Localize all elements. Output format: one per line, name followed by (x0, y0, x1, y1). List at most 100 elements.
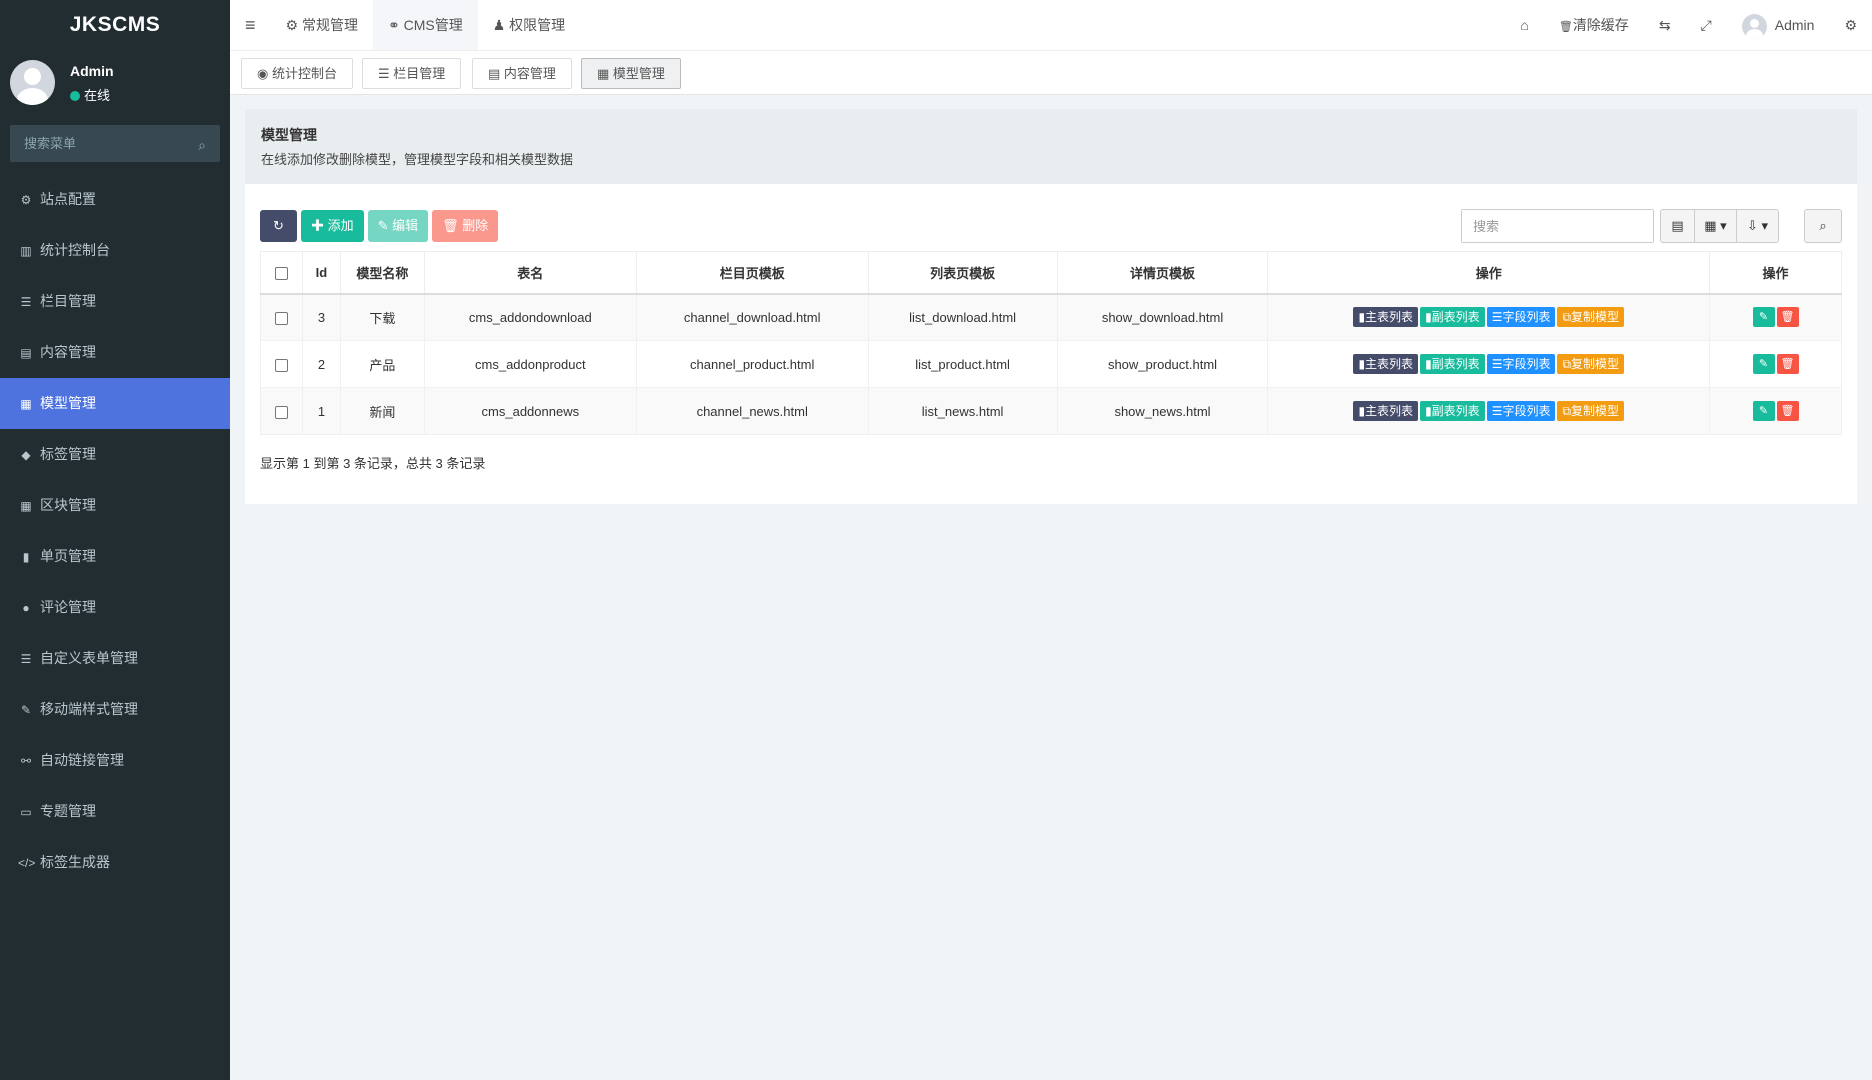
file-text-icon: ▮ (22, 550, 30, 564)
copy-model-button[interactable]: ⧉复制模型 (1557, 354, 1625, 374)
row-checkbox[interactable] (274, 405, 288, 419)
app-logo[interactable]: JKSCMS (0, 0, 230, 50)
edit-button[interactable]: ✎ 编辑 (367, 210, 429, 242)
sidebar-search-input[interactable] (10, 125, 180, 162)
nav-right: ⌂ 🗑清除缓存 ⇆ ⤢ Admin ⚙ (1505, 0, 1872, 50)
sub-list-button[interactable]: ▮副表列表 (1420, 307, 1485, 328)
field-list-button[interactable]: ☰字段列表 (1486, 307, 1556, 328)
delete-button[interactable]: 🗑 删除 (432, 210, 499, 242)
column-header[interactable]: 详情页模板 (1056, 251, 1269, 295)
sidebar-item-tag-builder[interactable]: </> 标签生成器 (0, 837, 230, 888)
trash-icon[interactable]: 🗑 (1776, 354, 1799, 374)
nav-auth[interactable]: ♟ 权限管理 (478, 0, 580, 50)
sub-list-button[interactable]: ▮副表列表 (1420, 401, 1485, 421)
cell-show-template: show_news.html (1056, 387, 1269, 435)
search-button-group: ⌕ (1804, 209, 1842, 243)
column-header[interactable]: 列表页模板 (867, 251, 1058, 295)
sidebar-toggle-icon[interactable]: ≡ (230, 0, 271, 50)
sidebar-item-channel[interactable]: ☰ 栏目管理 (0, 276, 230, 327)
toggle-view-button[interactable]: ▤ (1660, 209, 1695, 243)
cell-ops: ✎ 🗑 (1709, 293, 1842, 341)
column-header[interactable]: 模型名称 (339, 251, 425, 295)
sidebar-item-page[interactable]: ▮ 单页管理 (0, 531, 230, 582)
user-menu[interactable]: Admin (1727, 0, 1830, 50)
table-row: 2 产品 cms_addonproduct channel_product.ht… (260, 340, 1842, 388)
cell-id: 1 (301, 387, 341, 435)
cell-table: cms_addondownload (423, 293, 637, 341)
tab-content[interactable]: ▤ 内容管理 (472, 58, 572, 89)
sidebar-item-content[interactable]: ▤ 内容管理 (0, 327, 230, 378)
field-list-button[interactable]: ☰字段列表 (1486, 354, 1556, 374)
export-button[interactable]: ⇩ ▾ (1737, 209, 1779, 243)
cell-list-template: list_news.html (867, 387, 1058, 435)
page-title: 模型管理 (261, 127, 317, 143)
row-checkbox-cell (260, 340, 303, 388)
sub-list-button[interactable]: ▮副表列表 (1420, 354, 1485, 374)
search-icon[interactable]: ⌕ (198, 137, 206, 154)
column-header[interactable]: 表名 (423, 251, 637, 295)
row-checkbox[interactable] (274, 358, 288, 372)
tab-model[interactable]: ▦ 模型管理 (581, 58, 681, 89)
column-header[interactable]: Id (301, 251, 341, 295)
tab-dashboard[interactable]: ◉ 统计控制台 (241, 58, 353, 89)
sidebar-item-special[interactable]: ▭ 专题管理 (0, 786, 230, 837)
select-all-header (260, 251, 303, 295)
trash-icon[interactable]: 🗑 (1776, 307, 1799, 328)
trash-icon[interactable]: 🗑 (1776, 401, 1799, 421)
add-button[interactable]: ✚ 添加 (301, 210, 364, 242)
main-list-button[interactable]: ▮主表列表 (1353, 401, 1419, 421)
select-all-checkbox[interactable] (274, 266, 288, 280)
cell-actions: ▮主表列表 ▮副表列表 ☰字段列表 ⧉复制模型 (1267, 293, 1711, 341)
sidebar-item-dashboard[interactable]: ▥ 统计控制台 (0, 225, 230, 276)
nav-general[interactable]: ⚙ 常规管理 (271, 0, 373, 50)
cell-name: 新闻 (339, 387, 425, 435)
copy-model-button[interactable]: ⧉复制模型 (1557, 401, 1625, 421)
table-search-input[interactable] (1462, 210, 1653, 242)
field-list-button[interactable]: ☰字段列表 (1486, 401, 1556, 421)
model-table: Id 模型名称 表名 栏目页模板 列表页模板 详情页模板 操作 操作 3 下载 … (260, 251, 1842, 435)
home-icon[interactable]: ⌂ (1505, 0, 1543, 50)
cubes-icon: ⚭ (387, 17, 400, 33)
cell-id: 3 (301, 293, 341, 341)
pencil-icon[interactable]: ✎ (1752, 401, 1775, 421)
sidebar-item-site-config[interactable]: ⚙ 站点配置 (0, 174, 230, 225)
fullscreen-icon[interactable]: ⤢ (1686, 0, 1727, 50)
main-list-button[interactable]: ▮主表列表 (1353, 307, 1419, 328)
column-header[interactable]: 栏目页模板 (635, 251, 869, 295)
clear-cache-button[interactable]: 🗑清除缓存 (1544, 0, 1644, 50)
table-row: 1 新闻 cms_addonnews channel_news.html lis… (260, 387, 1842, 435)
main-panel: 模型管理 在线添加修改删除模型，管理模型字段和相关模型数据 ↻ ✚ 添加 ✎ 编… (245, 109, 1857, 504)
nav-cms[interactable]: ⚭ CMS管理 (372, 0, 478, 50)
sidebar-item-autolink[interactable]: ⚯ 自动链接管理 (0, 735, 230, 786)
sidebar-menu: ⚙ 站点配置 ▥ 统计控制台 ☰ 栏目管理 ▤ 内容管理 ▦ 模型管理 ◆ 标签管理 ▦ 区块… (0, 174, 230, 888)
comment-icon: ● (22, 601, 30, 615)
main-list-button[interactable]: ▮主表列表 (1353, 354, 1419, 374)
tab-channel[interactable]: ☰ 栏目管理 (362, 58, 462, 89)
columns-button[interactable]: ▦ ▾ (1695, 209, 1737, 243)
settings-icon[interactable]: ⚙ (1829, 0, 1872, 50)
language-icon[interactable]: ⇆ (1644, 0, 1686, 50)
sidebar-item-model[interactable]: ▦ 模型管理 (0, 378, 230, 429)
gears-icon: ⚙ (285, 17, 299, 33)
file-icon: ▤ (488, 66, 501, 81)
column-header: 操作 (1267, 251, 1711, 295)
pencil-icon[interactable]: ✎ (1752, 354, 1775, 374)
cell-table: cms_addonproduct (423, 340, 637, 388)
sidebar-item-diyform[interactable]: ☰ 自定义表单管理 (0, 633, 230, 684)
cell-id: 2 (301, 340, 341, 388)
list-icon: ☰ (378, 66, 390, 81)
pencil-icon[interactable]: ✎ (1752, 307, 1775, 328)
list-icon: ☰ (20, 652, 32, 666)
sidebar-item-block[interactable]: ▦ 区块管理 (0, 480, 230, 531)
refresh-button[interactable]: ↻ (260, 210, 297, 242)
table-header-row: Id 模型名称 表名 栏目页模板 列表页模板 详情页模板 操作 操作 (260, 251, 1842, 295)
copy-model-button[interactable]: ⧉复制模型 (1557, 307, 1625, 328)
row-checkbox[interactable] (274, 311, 288, 325)
user-status: 在线 (70, 85, 110, 104)
search-button[interactable]: ⌕ (1804, 209, 1842, 243)
sidebar-item-mobile-style[interactable]: ✎ 移动端样式管理 (0, 684, 230, 735)
sidebar-item-tags[interactable]: ◆ 标签管理 (0, 429, 230, 480)
sidebar-item-comment[interactable]: ● 评论管理 (0, 582, 230, 633)
users-icon: ♟ (492, 17, 506, 33)
user-panel: Admin 在线 (0, 50, 230, 120)
